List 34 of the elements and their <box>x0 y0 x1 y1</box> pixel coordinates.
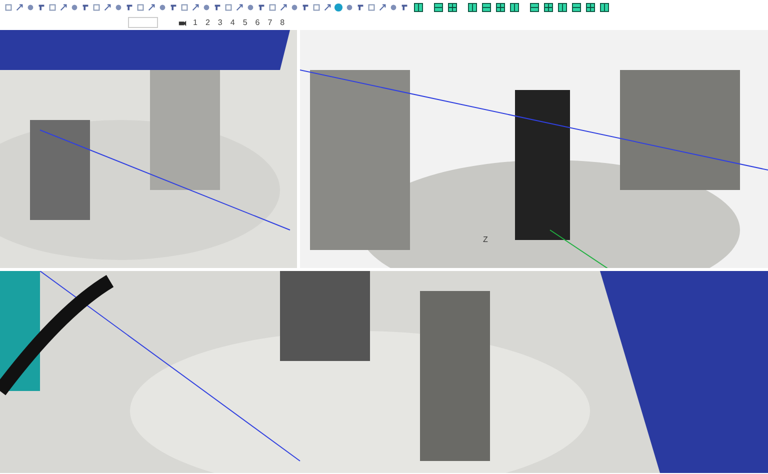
view-field[interactable] <box>128 16 158 28</box>
view-number-button[interactable]: 8 <box>278 18 287 26</box>
viewport-layout-icon[interactable] <box>530 3 539 12</box>
tool-icon[interactable] <box>235 3 244 12</box>
viewport-layout-icon[interactable] <box>434 3 443 12</box>
viewport-layout-icon[interactable] <box>468 3 477 12</box>
view-number-button[interactable]: 5 <box>240 18 250 26</box>
viewport-layout-icon[interactable] <box>572 3 581 12</box>
viewport-layout-icon[interactable] <box>496 3 505 12</box>
view-number-button[interactable]: 3 <box>216 18 224 26</box>
view-number-button[interactable]: 4 <box>228 18 237 26</box>
view-number-button[interactable]: 2 <box>203 18 212 26</box>
tool-icon[interactable] <box>378 3 387 12</box>
view-number-button[interactable]: 6 <box>253 18 262 26</box>
tool-icon[interactable] <box>279 3 288 12</box>
tool-icon[interactable] <box>323 3 332 12</box>
help-icon[interactable] <box>334 3 343 12</box>
view-number-button[interactable]: 7 <box>266 18 274 26</box>
tool-icon[interactable] <box>15 3 24 12</box>
viewport-layout-icon[interactable] <box>482 3 491 12</box>
tool-icon[interactable] <box>191 3 200 12</box>
axis-label: Z <box>483 235 488 244</box>
tool-icon[interactable] <box>4 3 13 12</box>
viewport-layout-icon[interactable] <box>558 3 567 12</box>
tool-icon[interactable] <box>59 3 68 12</box>
view-number-button[interactable]: 1 <box>191 18 200 26</box>
viewport-layout-icon[interactable] <box>414 3 423 12</box>
viewport-layout-icon[interactable] <box>448 3 457 12</box>
viewport-layout-icon[interactable] <box>600 3 609 12</box>
tool-icon[interactable] <box>147 3 156 12</box>
viewport-layout-icon[interactable] <box>544 3 553 12</box>
viewport-layout-icon[interactable] <box>586 3 595 12</box>
tool-icon[interactable] <box>103 3 112 12</box>
viewport-layout-icon[interactable] <box>510 3 519 12</box>
